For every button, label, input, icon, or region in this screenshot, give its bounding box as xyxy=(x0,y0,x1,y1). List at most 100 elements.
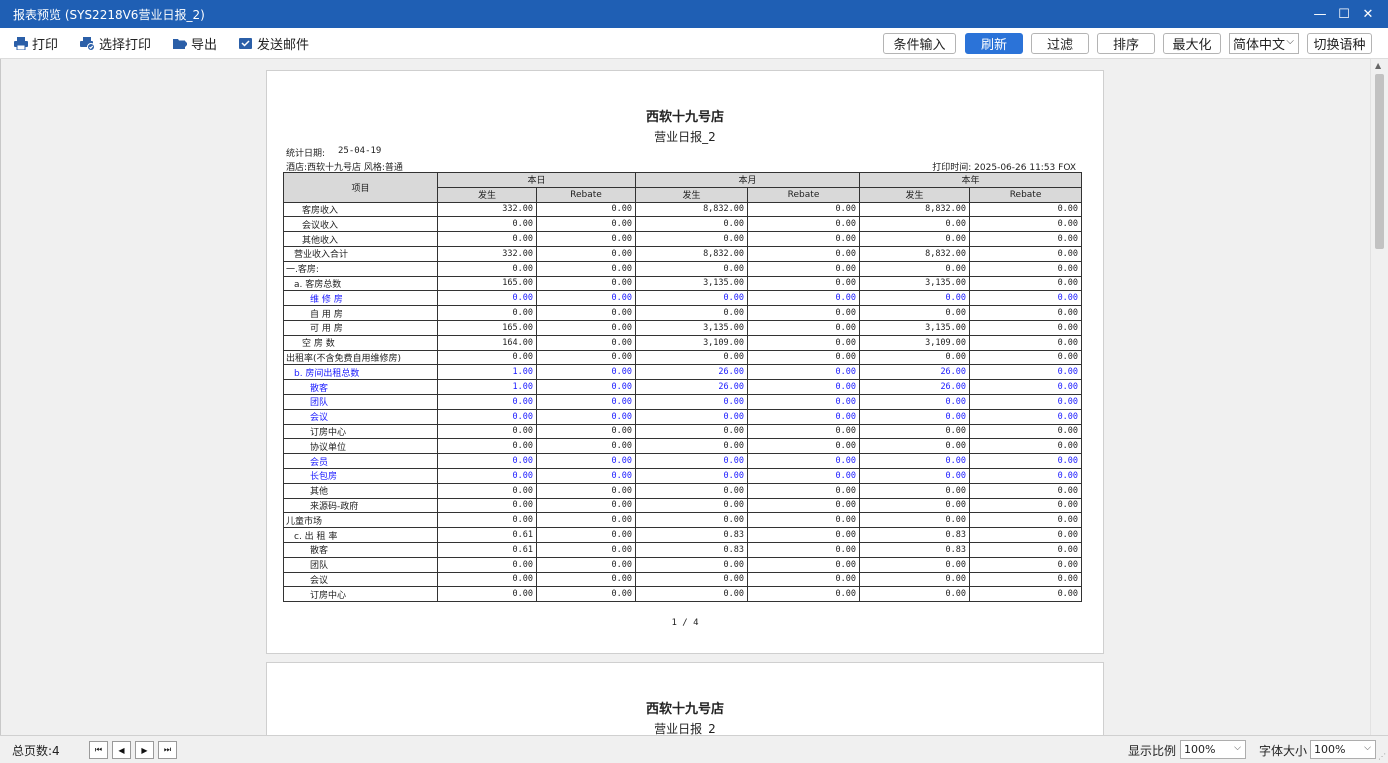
maximize-report-button[interactable]: 最大化 xyxy=(1163,33,1221,54)
table-row: 客房收入 332.00 0.00 8,832.00 0.00 8,832.00 0.00 xyxy=(283,201,1083,218)
cell-value: 0.00 xyxy=(535,275,637,292)
cell-value: 0.00 xyxy=(859,216,971,233)
resize-grip-icon[interactable]: ⋰ xyxy=(1378,752,1386,761)
print-label: 打印 xyxy=(32,38,59,53)
cell-value: 0.00 xyxy=(635,467,749,484)
cell-value: 0.00 xyxy=(535,231,637,247)
table-row: 来源码-政府 0.00 0.00 0.00 0.00 0.00 0.00 xyxy=(283,497,1083,514)
cell-value: 0.00 xyxy=(635,482,749,499)
sort-button[interactable]: 排序 xyxy=(1097,33,1155,54)
report-preview-area[interactable]: 西软十九号店 营业日报_2 统计日期: 25-04-19 酒店:西软十九号店 风… xyxy=(0,59,1388,735)
cell-value: 0.00 xyxy=(747,245,861,262)
header-today: 本日 xyxy=(436,172,637,188)
next-page-button[interactable]: ▶ xyxy=(135,741,154,759)
cell-value: 0.00 xyxy=(969,571,1083,588)
scroll-up-icon[interactable]: ▲ xyxy=(1375,61,1381,70)
table-row: 订房中心 0.00 0.00 0.00 0.00 0.00 0.00 xyxy=(283,423,1083,440)
zoom-label: 显示比例 xyxy=(1128,744,1177,758)
cell-value: 8,832.00 xyxy=(859,201,971,218)
table-row: 维 修 房 0.00 0.00 0.00 0.00 0.00 0.00 xyxy=(283,290,1083,307)
cell-value: 332.00 xyxy=(437,201,537,218)
minimize-button[interactable]: — xyxy=(1308,0,1332,28)
cell-value: 0.00 xyxy=(969,290,1083,307)
cell-value: 0.00 xyxy=(437,393,537,410)
cell-value: 0.00 xyxy=(969,275,1083,292)
cell-value: 0.00 xyxy=(437,512,537,529)
cell-value: 0.00 xyxy=(969,393,1083,410)
cell-value: 26.00 xyxy=(635,379,749,395)
cell-value: 0.00 xyxy=(635,393,749,410)
cell-value: 1.00 xyxy=(437,379,537,395)
row-label: b. 房间出租总数 xyxy=(283,364,438,381)
cell-value: 0.00 xyxy=(859,438,971,455)
hotel-name-page2: 西软十九号店 xyxy=(645,702,724,717)
cell-value: 0.00 xyxy=(635,260,749,277)
scrollbar-thumb[interactable] xyxy=(1375,74,1384,249)
cell-value: 0.00 xyxy=(859,423,971,440)
cell-value: 0.83 xyxy=(859,541,971,558)
vertical-scrollbar[interactable]: ▲ xyxy=(1370,59,1388,735)
cell-value: 0.00 xyxy=(437,260,537,277)
cell-value: 0.00 xyxy=(747,408,861,425)
cell-value: 0.00 xyxy=(635,408,749,425)
row-label: 其他收入 xyxy=(283,231,438,247)
font-size-select[interactable]: 100% ⌵ xyxy=(1310,740,1376,759)
table-row: 长包房 0.00 0.00 0.00 0.00 0.00 0.00 xyxy=(283,467,1083,484)
export-button[interactable]: 导出 xyxy=(173,34,217,53)
refresh-button[interactable]: 刷新 xyxy=(965,33,1023,54)
cell-value: 0.00 xyxy=(635,216,749,233)
header-month-rebate: Rebate xyxy=(747,186,861,203)
cell-value: 0.00 xyxy=(747,423,861,440)
mail-check-icon xyxy=(239,38,253,49)
select-print-label: 选择打印 xyxy=(99,38,152,53)
row-label: 维 修 房 xyxy=(283,290,438,307)
row-label: a. 客房总数 xyxy=(283,275,438,292)
select-print-button[interactable]: 选择打印 xyxy=(80,34,151,53)
cell-value: 0.00 xyxy=(437,231,537,247)
cell-value: 0.00 xyxy=(969,512,1083,529)
zoom-select[interactable]: 100% ⌵ xyxy=(1180,740,1246,759)
cell-value: 0.83 xyxy=(635,541,749,558)
send-mail-button[interactable]: 发送邮件 xyxy=(239,34,309,53)
stat-date-label: 统计日期: xyxy=(286,149,326,159)
table-row: 可 用 房 165.00 0.00 3,135.00 0.00 3,135.00 0.00 xyxy=(283,319,1083,336)
cell-value: 0.00 xyxy=(747,305,861,321)
cell-value: 0.00 xyxy=(747,275,861,292)
cell-value: 3,135.00 xyxy=(859,319,971,336)
table-row: 一.客房: 0.00 0.00 0.00 0.00 0.00 0.00 xyxy=(283,260,1083,277)
cell-value: 0.00 xyxy=(535,393,637,410)
cell-value: 0.00 xyxy=(747,497,861,514)
table-row: 出租率(不含免费自用维修房) 0.00 0.00 0.00 0.00 0.00 0.00 xyxy=(283,349,1083,366)
prev-page-button[interactable]: ◀ xyxy=(112,741,131,759)
cell-value: 0.00 xyxy=(535,319,637,336)
header-month-occur: 发生 xyxy=(635,186,749,203)
cell-value: 0.00 xyxy=(859,393,971,410)
filter-button[interactable]: 过滤 xyxy=(1031,33,1089,54)
cell-value: 0.00 xyxy=(747,438,861,455)
cell-value: 0.00 xyxy=(535,527,637,543)
cell-value: 0.00 xyxy=(437,453,537,469)
toolbar: 打印 选择打印 导出 发送邮件 条件输入 刷新 过滤 排序 最大化 简体中文 ⌵… xyxy=(0,28,1388,59)
language-select[interactable]: 简体中文 ⌵ xyxy=(1229,33,1299,54)
cell-value: 0.00 xyxy=(747,319,861,336)
cell-value: 0.00 xyxy=(969,541,1083,558)
table-row: 协议单位 0.00 0.00 0.00 0.00 0.00 0.00 xyxy=(283,438,1083,455)
row-label: c. 出 租 率 xyxy=(283,527,438,543)
row-label: 来源码-政府 xyxy=(283,497,438,514)
export-label: 导出 xyxy=(191,38,218,53)
cell-value: 0.00 xyxy=(535,334,637,351)
maximize-button[interactable]: ☐ xyxy=(1332,0,1356,28)
cell-value: 0.00 xyxy=(747,527,861,543)
cell-value: 0.00 xyxy=(747,260,861,277)
print-button[interactable]: 打印 xyxy=(14,34,58,53)
switch-language-button[interactable]: 切换语种 xyxy=(1307,33,1372,54)
close-button[interactable]: ✕ xyxy=(1356,0,1380,28)
cell-value: 165.00 xyxy=(437,275,537,292)
condition-input-button[interactable]: 条件输入 xyxy=(883,33,956,54)
cell-value: 0.00 xyxy=(859,556,971,573)
first-page-button[interactable]: ⏮ xyxy=(89,741,108,759)
last-page-button[interactable]: ⏭ xyxy=(158,741,177,759)
header-item: 项目 xyxy=(283,172,438,203)
report-name: 营业日报_2 xyxy=(654,130,716,144)
cell-value: 0.00 xyxy=(635,290,749,307)
